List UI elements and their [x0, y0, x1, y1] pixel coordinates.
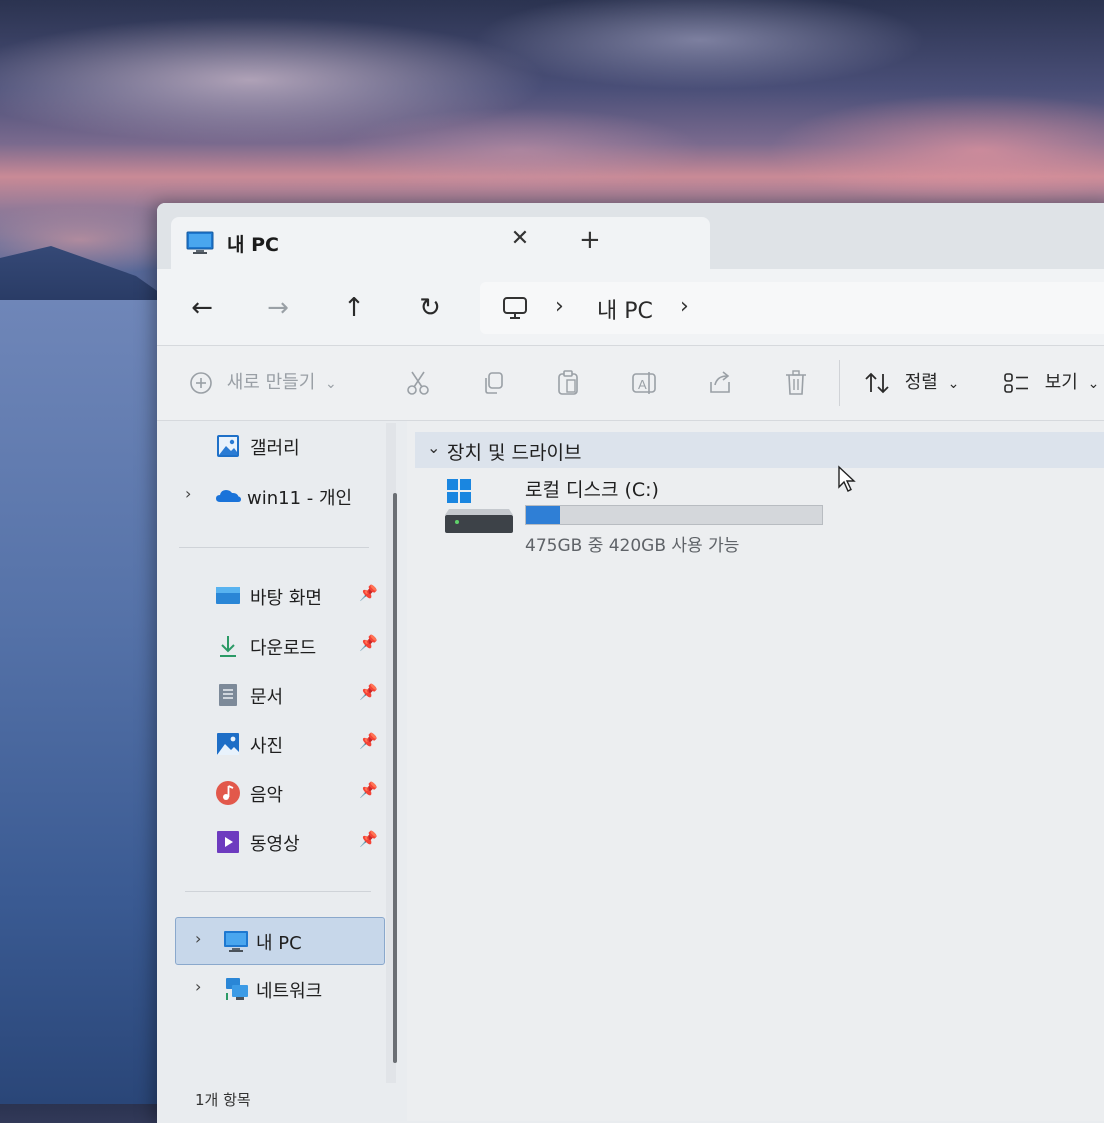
pc-icon	[186, 231, 214, 254]
pin-icon[interactable]: 📌	[359, 732, 378, 750]
pin-icon[interactable]: 📌	[359, 683, 378, 701]
status-item-count: 1개 항목	[195, 1091, 251, 1109]
breadcrumb-separator-end[interactable]: ›	[680, 294, 689, 319]
chevron-down-icon: ⌄	[325, 376, 337, 392]
sidebar-scrollbar-thumb[interactable]	[393, 493, 397, 1063]
address-bar[interactable]: › 내 PC ›	[480, 282, 1104, 334]
up-button[interactable]: ↑	[339, 293, 369, 323]
navigation-bar: ← → ↑ ↻ › 내 PC ›	[157, 269, 1104, 346]
new-label: 새로 만들기	[226, 372, 316, 393]
sidebar-divider	[179, 547, 369, 548]
back-button[interactable]: ←	[187, 293, 217, 323]
rename-icon[interactable]: A	[631, 368, 657, 398]
file-explorer-window: 내 PC ✕ + ← → ↑ ↻ › 내 PC › 새로 만들기 ⌄ A 정렬 …	[157, 203, 1104, 1123]
paste-icon[interactable]	[555, 368, 581, 398]
copy-icon[interactable]	[481, 368, 507, 398]
network-icon	[226, 978, 248, 1000]
chevron-right-icon[interactable]: ›	[185, 484, 191, 503]
sidebar-item-music[interactable]: 음악 📌	[157, 772, 387, 812]
sidebar-item-onedrive[interactable]: › win11 - 개인	[157, 475, 387, 515]
delete-icon[interactable]	[783, 368, 809, 398]
monitor-icon	[503, 297, 527, 319]
tab-my-pc[interactable]: 내 PC ✕	[171, 217, 710, 269]
sort-icon	[865, 372, 889, 394]
share-icon[interactable]	[707, 368, 733, 398]
close-tab-button[interactable]: ✕	[508, 227, 532, 251]
gallery-icon	[217, 435, 239, 457]
sidebar-item-videos[interactable]: 동영상 📌	[157, 821, 387, 861]
pc-icon	[224, 931, 248, 952]
sidebar-item-label: 동영상	[250, 834, 300, 855]
sidebar-item-pictures[interactable]: 사진 📌	[157, 723, 387, 763]
sidebar-item-documents[interactable]: 문서 📌	[157, 674, 387, 714]
view-label: 보기	[1044, 372, 1078, 393]
mouse-cursor-icon	[838, 465, 856, 492]
sidebar-item-label: 바탕 화면	[250, 588, 322, 609]
sidebar-item-label: 다운로드	[250, 638, 317, 659]
drive-free-space: 475GB 중 420GB 사용 가능	[525, 536, 740, 556]
view-button[interactable]: 보기 ⌄	[1003, 368, 1099, 398]
svg-text:A: A	[638, 377, 647, 392]
group-header-devices[interactable]: ⌄ 장치 및 드라이브	[415, 432, 1104, 468]
sidebar-item-label: 네트워크	[256, 981, 323, 1002]
chevron-right-icon[interactable]: ›	[195, 929, 201, 948]
navigation-pane	[157, 421, 397, 1121]
pin-icon[interactable]: 📌	[359, 830, 378, 848]
sidebar-item-network[interactable]: › 네트워크	[157, 968, 387, 1008]
chevron-right-icon[interactable]: ›	[195, 977, 201, 996]
title-bar: 내 PC ✕ +	[157, 203, 1104, 269]
breadcrumb-separator[interactable]: ›	[555, 294, 564, 319]
sidebar-item-label: 내 PC	[256, 933, 302, 954]
videos-icon	[217, 831, 239, 853]
command-separator	[839, 360, 840, 406]
drive-usage-fill	[526, 506, 561, 524]
sidebar-item-downloads[interactable]: 다운로드 📌	[157, 625, 387, 665]
new-button[interactable]: 새로 만들기 ⌄	[189, 368, 337, 398]
music-icon	[216, 781, 240, 805]
pin-icon[interactable]: 📌	[359, 584, 378, 602]
plus-circle-icon	[190, 372, 212, 394]
pin-icon[interactable]: 📌	[359, 634, 378, 652]
sidebar-item-label: 음악	[250, 785, 284, 806]
view-icon	[1004, 373, 1028, 393]
chevron-down-icon[interactable]: ⌄	[427, 438, 440, 457]
desktop-icon	[216, 587, 240, 604]
sidebar-item-desktop[interactable]: 바탕 화면 📌	[157, 575, 387, 615]
sidebar-item-label: 사진	[250, 736, 284, 757]
drive-item-c[interactable]: 로컬 디스크 (C:) 475GB 중 420GB 사용 가능	[441, 475, 841, 556]
onedrive-icon	[216, 490, 241, 502]
forward-button[interactable]: →	[263, 293, 293, 323]
sidebar-item-gallery[interactable]: 갤러리	[157, 425, 387, 465]
pictures-icon	[217, 733, 239, 755]
sidebar-item-label: win11 - 개인	[247, 488, 353, 509]
breadcrumb-my-pc[interactable]: 내 PC	[597, 293, 653, 325]
sidebar-item-label: 문서	[250, 687, 284, 708]
pin-icon[interactable]: 📌	[359, 781, 378, 799]
drive-name: 로컬 디스크 (C:)	[525, 479, 659, 501]
chevron-down-icon: ⌄	[1087, 376, 1100, 392]
sort-button[interactable]: 정렬 ⌄	[863, 368, 959, 398]
new-tab-button[interactable]: +	[579, 227, 601, 253]
tab-title: 내 PC	[227, 234, 279, 256]
sidebar-divider	[185, 891, 371, 892]
command-bar: 새로 만들기 ⌄ A 정렬 ⌄ 보기 ⌄	[157, 346, 1104, 421]
hard-drive-icon	[445, 479, 513, 533]
drive-usage-bar	[525, 505, 823, 525]
sort-label: 정렬	[904, 372, 938, 393]
sidebar-item-my-pc[interactable]: › 내 PC	[157, 920, 387, 960]
content-pane: ⌄ 장치 및 드라이브 로컬 디스크 (C:) 475GB 중 420GB 사용…	[407, 421, 1104, 1121]
chevron-down-icon: ⌄	[947, 376, 960, 392]
group-title: 장치 및 드라이브	[447, 442, 582, 464]
refresh-button[interactable]: ↻	[415, 293, 445, 323]
documents-icon	[219, 684, 237, 706]
cut-icon[interactable]	[405, 368, 431, 398]
download-icon	[220, 636, 236, 657]
sidebar-item-label: 갤러리	[250, 438, 300, 459]
